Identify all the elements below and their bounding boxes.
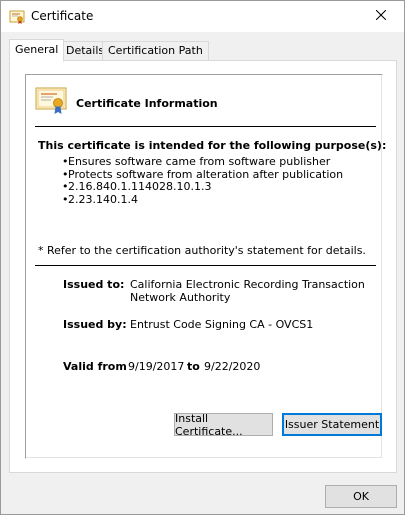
info-title: Certificate Information [76,97,218,110]
tab-certification-path[interactable]: Certification Path [102,41,209,61]
title-bar: Certificate [1,1,404,32]
divider [35,126,376,127]
tab-general[interactable]: General [9,39,65,62]
close-button[interactable] [358,1,404,32]
list-item: 2.23.140.1.4 [62,193,343,207]
certificate-dialog: Certificate General Details Certificatio… [0,0,405,515]
valid-to-value: 9/22/2020 [204,360,261,373]
issued-to-line2: Network Authority [130,291,231,304]
issuer-statement-button[interactable]: Issuer Statement [282,413,382,436]
issued-by-label: Issued by: [63,318,127,331]
ok-button[interactable]: OK [325,485,397,508]
issued-to-line1: California Electronic Recording Transact… [130,278,365,291]
issued-to-label: Issued to: [63,278,125,291]
close-icon [375,9,387,23]
valid-to-label: to [187,360,200,373]
valid-from-label: Valid from [63,360,127,373]
purpose-list: Ensures software came from software publ… [62,155,343,207]
refer-note: * Refer to the certification authority's… [38,244,366,257]
install-certificate-button[interactable]: Install Certificate... [174,412,273,438]
certificate-icon [35,87,67,115]
window-title: Certificate [31,9,94,23]
certificate-info-box: Certificate Information This certificate… [25,74,387,459]
purpose-heading: This certificate is intended for the fol… [38,139,387,152]
certificate-icon [9,9,25,25]
list-item: Ensures software came from software publ… [62,155,343,169]
valid-from-value: 9/19/2017 [128,360,185,373]
list-item: 2.16.840.1.114028.10.1.3 [62,180,343,194]
divider [35,265,376,266]
issued-by-value: Entrust Code Signing CA - OVCS1 [130,318,314,331]
